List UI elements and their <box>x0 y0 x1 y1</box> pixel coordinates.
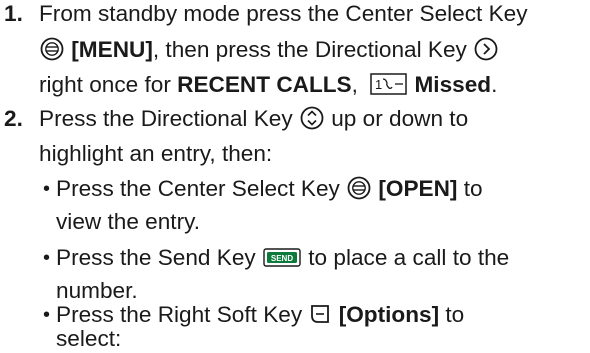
step-text: , then press the Directional Key <box>152 37 467 62</box>
svg-text:SEND: SEND <box>271 254 293 263</box>
directional-up-down-key-icon <box>300 106 324 130</box>
right-soft-key-icon <box>309 302 331 326</box>
bullet-marker: • <box>43 304 51 326</box>
svg-text:1: 1 <box>375 77 382 92</box>
bullet-text: view the entry. <box>56 209 200 234</box>
bullet-text: Press the Right Soft Key <box>56 302 303 327</box>
bullet-text: to place a call to the <box>308 245 510 270</box>
recent-calls-label: RECENT CALLS <box>177 72 352 97</box>
step-text: From standby mode press the Center Selec… <box>39 1 528 26</box>
bullet-text: Press the Send Key <box>56 245 256 270</box>
bullet-text: to <box>445 302 465 327</box>
step-text: highlight an entry, then: <box>39 141 273 166</box>
bullet-marker: • <box>43 178 51 200</box>
step-text: up or down to <box>331 106 469 131</box>
directional-right-key-icon <box>474 37 498 61</box>
step-number: 1. <box>4 1 23 26</box>
bullet-marker: • <box>43 247 51 269</box>
recent-calls-menu-icon: 1 <box>370 73 407 95</box>
bullet-text: Press the Center Select Key <box>56 176 340 201</box>
center-select-key-icon <box>347 176 371 200</box>
step-text: Press the Directional Key <box>39 106 293 131</box>
open-label: [OPEN] <box>378 176 458 201</box>
send-key-icon: SEND <box>263 248 301 267</box>
options-label: [Options] <box>338 302 440 327</box>
step-number: 2. <box>4 106 23 131</box>
missed-label: Missed <box>414 72 492 97</box>
center-select-key-icon <box>40 37 64 61</box>
step-text: right once for <box>39 72 178 97</box>
menu-label: [MENU] <box>71 37 153 62</box>
instruction-document: 1. From standby mode press the Center Se… <box>4 1 528 351</box>
bullet-text: to <box>463 176 483 201</box>
